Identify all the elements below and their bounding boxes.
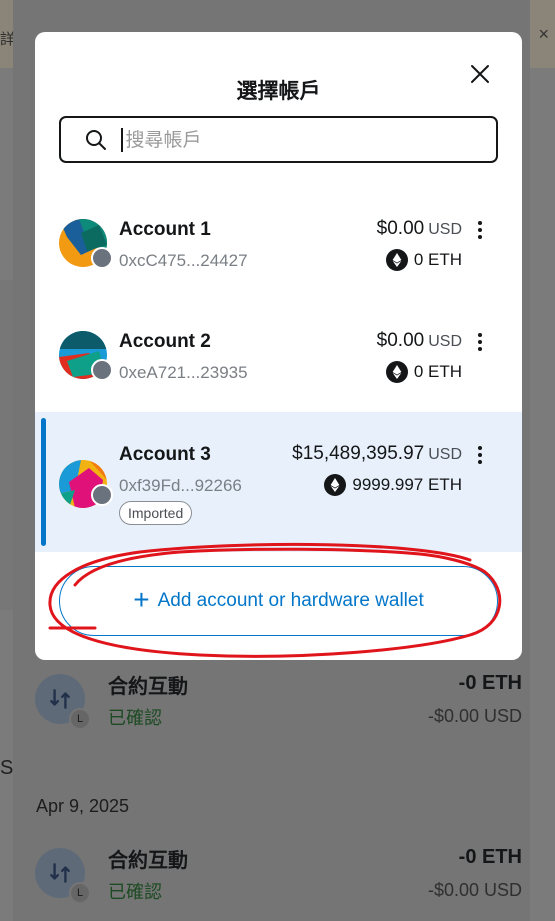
fiat-currency: USD	[428, 333, 462, 350]
account-name: Account 3	[119, 444, 211, 465]
more-vertical-icon[interactable]	[472, 444, 488, 466]
eth-value: 0 ETH	[413, 250, 462, 269]
activity-date: Apr 9, 2025	[36, 796, 130, 816]
more-vertical-icon[interactable]	[472, 219, 488, 241]
activity-title: 合約互動	[108, 674, 188, 698]
modal-title: 選擇帳戶	[236, 79, 321, 103]
account-fiat-balance: $15,489,395.97 USD	[292, 443, 462, 465]
background-side-letter: S	[0, 757, 14, 779]
swap-icon	[50, 863, 70, 883]
activity-item[interactable]: L 合約互動 已確認 -0 ETH -$0.00 USD	[13, 838, 530, 918]
account-name: Account 1	[119, 219, 211, 240]
activity-amount: -0 ETH	[458, 846, 522, 868]
network-dot	[91, 484, 113, 506]
network-dot	[91, 247, 113, 269]
fiat-currency: USD	[428, 446, 462, 463]
account-address: 0xf39Fd...92266	[119, 476, 242, 495]
account-eth-balance: 0 ETH	[385, 361, 462, 383]
activity-amount: -0 ETH	[458, 672, 522, 694]
ethereum-icon	[385, 361, 408, 383]
add-account-button[interactable]: + Add account or hardware wallet	[59, 566, 498, 636]
account-address: 0xeA721...23935	[119, 363, 248, 382]
account-address: 0xcC475...24427	[119, 251, 248, 270]
activity-status: 已確認	[108, 708, 162, 729]
selected-indicator	[41, 418, 46, 546]
activity-fiat: -$0.00 USD	[427, 880, 522, 900]
fiat-value: $0.00	[376, 218, 425, 239]
eth-value: 9999.997 ETH	[352, 475, 462, 494]
add-account-label: Add account or hardware wallet	[157, 590, 424, 611]
ethereum-icon	[324, 474, 347, 496]
account-name: Account 2	[119, 331, 211, 352]
account-eth-balance: 9999.997 ETH	[324, 474, 462, 496]
activity-status: 已確認	[108, 882, 162, 903]
account-item[interactable]: Account 2 0xeA721...23935 $0.00 USD 0 ETH	[35, 299, 522, 411]
plus-icon: +	[133, 583, 150, 615]
swap-icon	[50, 689, 70, 709]
text-cursor	[121, 127, 123, 152]
more-vertical-icon[interactable]	[472, 331, 488, 353]
account-selector-modal: 選擇帳戶 Account 1 0xcC475...24427 $0.00USD …	[35, 32, 522, 660]
imported-tag: Imported	[119, 501, 193, 525]
account-fiat-balance: $0.00 USD	[377, 330, 462, 352]
fiat-value: $0.00	[376, 330, 425, 351]
fiat-value: $15,489,395.97	[292, 443, 425, 464]
network-dot	[91, 359, 113, 381]
browser-close-icon[interactable]: ×	[538, 24, 549, 45]
search-icon	[86, 129, 106, 150]
search-field[interactable]	[59, 116, 498, 163]
fiat-currency: USD	[428, 221, 462, 238]
account-item[interactable]: Account 1 0xcC475...24427 $0.00 USD 0 ETH	[35, 187, 522, 299]
search-input[interactable]	[125, 128, 466, 151]
network-badge: L	[69, 882, 91, 904]
close-icon[interactable]	[469, 63, 491, 85]
background-left-edge	[0, 280, 13, 610]
network-badge: L	[69, 708, 91, 730]
activity-fiat: -$0.00 USD	[427, 706, 522, 726]
account-item-selected[interactable]: Account 3 0xf39Fd...92266 Imported $15,4…	[35, 412, 522, 552]
account-eth-balance: 0 ETH	[385, 249, 462, 271]
ethereum-icon	[385, 249, 408, 271]
activity-title: 合約互動	[108, 848, 188, 872]
activity-item[interactable]: L 合約互動 已確認 -0 ETH -$0.00 USD	[13, 664, 530, 744]
eth-value: 0 ETH	[413, 362, 462, 381]
account-fiat-balance: $0.00 USD	[377, 218, 462, 240]
